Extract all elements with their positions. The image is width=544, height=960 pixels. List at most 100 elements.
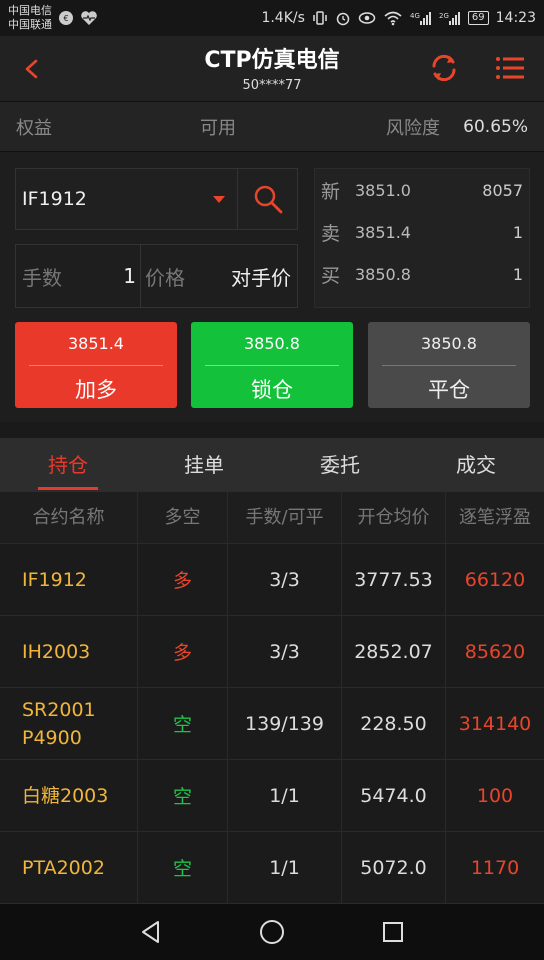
heartbeat-icon bbox=[81, 11, 97, 25]
contract-name: PTA2002 bbox=[0, 832, 138, 903]
direction: 多 bbox=[138, 616, 228, 687]
close-price: 3850.8 bbox=[421, 334, 477, 353]
contract-name: IF1912 bbox=[0, 544, 138, 615]
table-header: 合约名称 多空 手数/可平 开仓均价 逐笔浮盈 bbox=[0, 492, 544, 544]
nav-recents-button[interactable] bbox=[373, 912, 413, 952]
avg-open-price: 5072.0 bbox=[342, 832, 446, 903]
table-row[interactable]: SR2001 P4900 空 139/139 228.50 314140 bbox=[0, 688, 544, 760]
buy-label: 加多 bbox=[75, 378, 117, 402]
available-label: 可用 bbox=[200, 117, 236, 139]
floating-pnl: 314140 bbox=[458, 712, 532, 735]
app-icon: € bbox=[59, 11, 73, 25]
status-icons-left: € bbox=[58, 10, 98, 26]
column-header: 逐笔浮盈 bbox=[459, 507, 531, 528]
quote-row-last: 新 3851.0 8057 bbox=[315, 169, 529, 211]
direction: 空 bbox=[138, 760, 228, 831]
risk-value: 60.65% bbox=[463, 116, 528, 137]
signal-4g-icon: 4G bbox=[410, 12, 431, 25]
lock-price: 3850.8 bbox=[244, 334, 300, 353]
direction: 多 bbox=[138, 544, 228, 615]
column-header: 开仓均价 bbox=[342, 492, 446, 543]
system-nav-bar bbox=[0, 904, 544, 960]
carrier-info: 中国电信 中国联通 bbox=[8, 4, 52, 32]
square-recents-icon bbox=[383, 922, 404, 942]
battery-level: 69 bbox=[467, 11, 489, 25]
tab-orders[interactable]: 委托 bbox=[272, 438, 408, 492]
tab-pending[interactable]: 挂单 bbox=[136, 438, 272, 492]
column-header: 多空 bbox=[138, 492, 228, 543]
direction: 空 bbox=[138, 832, 228, 903]
clock: 14:23 bbox=[495, 10, 536, 26]
lock-position-button[interactable]: 3850.8 锁仓 bbox=[191, 322, 353, 408]
positions-table: 合约名称 多空 手数/可平 开仓均价 逐笔浮盈 IF1912 多 3/3 3777.5… bbox=[0, 492, 544, 904]
quote-price: 3850.8 bbox=[355, 264, 411, 284]
close-position-button[interactable]: 3850.8 平仓 bbox=[368, 322, 530, 408]
contract-name: IH2003 bbox=[0, 616, 138, 687]
floating-pnl: 1170 bbox=[470, 856, 520, 879]
qty-input[interactable]: 1 bbox=[76, 264, 140, 288]
lock-label: 锁仓 bbox=[251, 378, 293, 402]
refresh-button[interactable] bbox=[426, 50, 462, 86]
tab-positions[interactable]: 持仓 bbox=[0, 438, 136, 492]
table-row[interactable]: IF1912 多 3/3 3777.53 66120 bbox=[0, 544, 544, 616]
svg-text:2G: 2G bbox=[439, 12, 449, 20]
quote-volume: 1 bbox=[512, 222, 523, 242]
table-row[interactable]: IH2003 多 3/3 2852.07 85620 bbox=[0, 616, 544, 688]
quantity: 3/3 bbox=[228, 544, 342, 615]
quantity: 139/139 bbox=[228, 688, 342, 759]
contract-name: SR2001 P4900 bbox=[0, 688, 138, 759]
avg-open-price: 228.50 bbox=[342, 688, 446, 759]
quote-row-bid: 买 3850.8 1 bbox=[315, 253, 529, 295]
quantity: 1/1 bbox=[228, 760, 342, 831]
table-row[interactable]: PTA2002 空 1/1 5072.0 1170 bbox=[0, 832, 544, 904]
buy-long-button[interactable]: 3851.4 加多 bbox=[15, 322, 177, 408]
equity-label: 权益 bbox=[16, 117, 52, 139]
column-header: 合约名称 bbox=[0, 492, 138, 543]
quote-label: 新 bbox=[321, 180, 341, 203]
floating-pnl: 85620 bbox=[464, 640, 526, 663]
quote-panel: 新 3851.0 8057 卖 3851.4 1 买 3850.8 1 bbox=[314, 168, 530, 308]
quote-volume: 8057 bbox=[482, 180, 523, 200]
quantity: 3/3 bbox=[228, 616, 342, 687]
floating-pnl: 66120 bbox=[464, 568, 526, 591]
buy-price: 3851.4 bbox=[68, 334, 124, 353]
refresh-icon bbox=[432, 54, 456, 82]
search-button[interactable] bbox=[237, 169, 297, 229]
tab-bar: 持仓 挂单 委托 成交 bbox=[0, 438, 544, 492]
alarm-icon bbox=[336, 12, 350, 26]
search-icon bbox=[254, 185, 282, 214]
quote-label: 买 bbox=[321, 264, 341, 287]
menu-button[interactable] bbox=[492, 50, 528, 86]
signal-2g-icon: 2G bbox=[439, 12, 460, 25]
quote-price: 3851.0 bbox=[355, 180, 411, 200]
net-speed: 1.4K/s bbox=[261, 10, 305, 26]
title-block: CTP仿真电信 50****77 bbox=[0, 42, 544, 93]
nav-back-button[interactable] bbox=[131, 912, 171, 952]
avg-open-price: 5474.0 bbox=[342, 760, 446, 831]
direction: 空 bbox=[138, 688, 228, 759]
quote-row-ask: 卖 3851.4 1 bbox=[315, 211, 529, 253]
carrier-2: 中国联通 bbox=[8, 18, 52, 31]
dropdown-caret-icon[interactable] bbox=[213, 195, 225, 203]
status-bar: 中国电信 中国联通 € 1.4K/s 4G 2G 69 14:23 bbox=[0, 0, 544, 36]
svg-text:€: € bbox=[63, 14, 68, 23]
quote-price: 3851.4 bbox=[355, 222, 411, 242]
carrier-1: 中国电信 bbox=[8, 4, 52, 17]
floating-pnl: 100 bbox=[476, 784, 514, 807]
avg-open-price: 2852.07 bbox=[342, 616, 446, 687]
circle-home-icon bbox=[259, 920, 284, 944]
page-title: CTP仿真电信 bbox=[204, 48, 340, 73]
nav-home-button[interactable] bbox=[252, 912, 292, 952]
tab-trades[interactable]: 成交 bbox=[408, 438, 544, 492]
wifi-icon bbox=[384, 11, 402, 26]
contract-name: 白糖2003 bbox=[0, 760, 138, 831]
risk-label: 风险度 bbox=[386, 117, 440, 139]
symbol-text: IF1912 bbox=[22, 188, 87, 210]
symbol-selector[interactable]: IF1912 bbox=[15, 168, 298, 230]
quantity: 1/1 bbox=[228, 832, 342, 903]
table-row[interactable]: 白糖2003 空 1/1 5474.0 100 bbox=[0, 760, 544, 832]
price-input[interactable]: 对手价 bbox=[209, 262, 297, 291]
triangle-back-icon bbox=[141, 921, 159, 943]
avg-open-price: 3777.53 bbox=[342, 544, 446, 615]
quote-volume: 1 bbox=[512, 264, 523, 284]
